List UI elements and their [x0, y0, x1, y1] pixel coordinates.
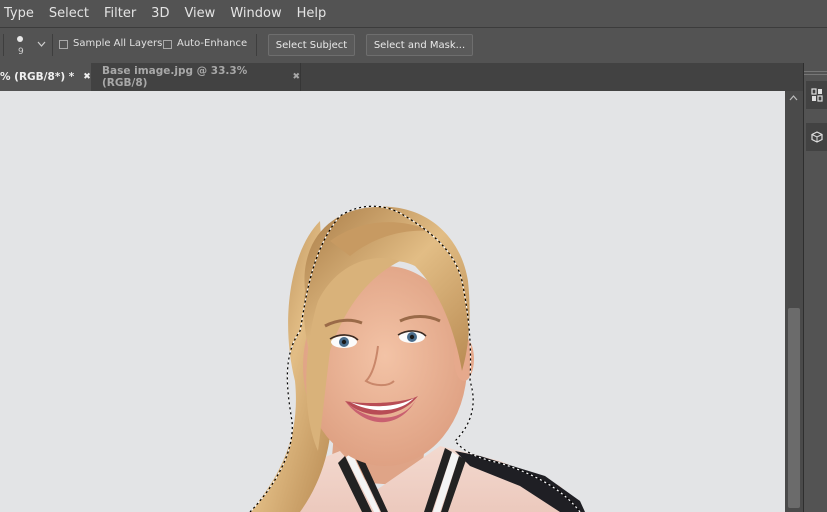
menu-type[interactable]: Type [4, 6, 34, 21]
options-separator [256, 34, 257, 56]
scroll-up-arrow-icon[interactable] [789, 94, 798, 104]
auto-enhance-checkbox[interactable] [163, 40, 172, 49]
tab-label: % (RGB/8*) * [0, 71, 75, 83]
menu-help[interactable]: Help [297, 6, 327, 21]
brush-tip-icon [17, 36, 23, 42]
options-bar: 9 Sample All Layers Auto-Enhance Select … [0, 28, 827, 63]
menu-window[interactable]: Window [230, 6, 281, 21]
sample-all-layers-label: Sample All Layers [73, 38, 163, 49]
options-separator [52, 34, 53, 56]
right-panel-dock [804, 63, 827, 512]
panel-arrange-icon[interactable] [806, 81, 827, 109]
cube-icon[interactable] [806, 123, 827, 151]
menu-view[interactable]: View [184, 6, 215, 21]
portrait-photo [0, 91, 785, 512]
tab-base-image[interactable]: Base image.jpg @ 33.3% (RGB/8) ✖ [91, 63, 301, 91]
chevron-down-icon[interactable] [37, 39, 46, 50]
menu-filter[interactable]: Filter [104, 6, 136, 21]
tab-label: Base image.jpg @ 33.3% (RGB/8) [102, 65, 248, 89]
menu-select[interactable]: Select [49, 6, 89, 21]
brush-size-value: 9 [18, 47, 24, 57]
auto-enhance-label: Auto-Enhance [177, 38, 248, 49]
menu-3d[interactable]: 3D [151, 6, 169, 21]
close-icon[interactable]: ✖ [292, 72, 300, 82]
options-separator [3, 34, 4, 56]
panel-grip[interactable] [804, 71, 827, 75]
document-canvas[interactable] [0, 91, 785, 512]
scroll-thumb[interactable] [788, 308, 800, 508]
menu-bar: Type Select Filter 3D View Window Help [0, 0, 827, 27]
canvas-scrollbar[interactable] [785, 91, 803, 512]
tab-current-document[interactable]: % (RGB/8*) * ✖ [0, 63, 91, 91]
close-icon[interactable]: ✖ [83, 72, 91, 82]
document-tab-bar: % (RGB/8*) * ✖ Base image.jpg @ 33.3% (R… [0, 63, 803, 91]
brush-picker[interactable]: 9 [10, 33, 34, 59]
sample-all-layers-checkbox[interactable] [59, 40, 68, 49]
select-subject-button[interactable]: Select Subject [268, 34, 355, 56]
select-and-mask-button[interactable]: Select and Mask... [366, 34, 473, 56]
